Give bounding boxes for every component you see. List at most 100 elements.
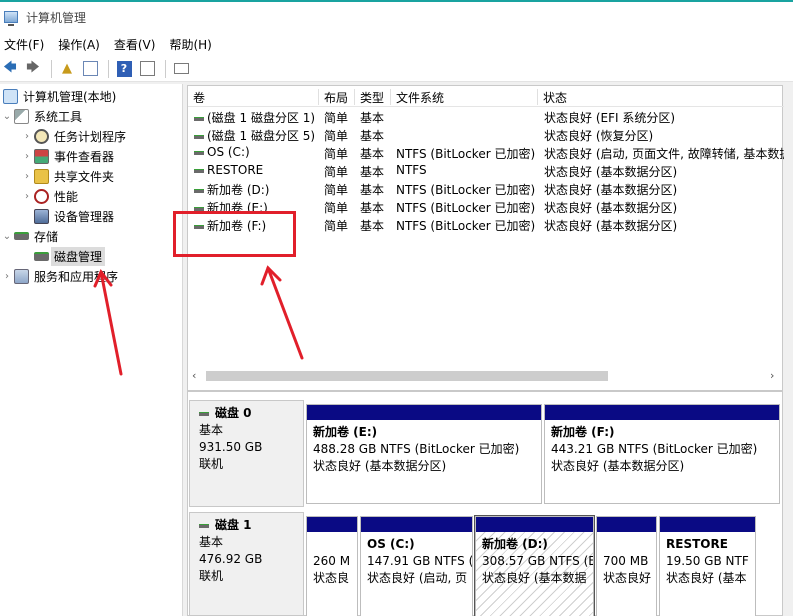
storage-icon [14,232,29,240]
volume-name: 新加卷 (D:) [194,181,319,198]
tree-item-storage[interactable]: ⌄ 存储 [0,226,58,246]
column-header-type[interactable]: 类型 [355,89,391,105]
tree-item-event-viewer[interactable]: › 事件查看器 [20,146,114,166]
volume-layout: 简单 [324,201,349,215]
scroll-left-icon[interactable]: ‹ [192,369,196,382]
up-folder-icon[interactable]: ▲ [57,59,77,79]
disk-management-icon [34,251,49,261]
table-row[interactable]: RESTORE 简单 基本 NTFS 状态良好 (基本数据分区) [188,162,784,180]
volume-layout: 简单 [324,183,349,197]
table-row[interactable]: (磁盘 1 磁盘分区 5) 简单 基本 状态良好 (恢复分区) [188,126,784,144]
partition-c[interactable]: OS (C:) 147.91 GB NTFS ( 状态良好 (启动, 页 [360,516,473,616]
partition-status: 状态良好 [603,571,652,585]
partition-d[interactable]: 新加卷 (D:) 308.57 GB NTFS (E 状态良好 (基本数据 [474,515,595,616]
volume-icon [194,206,204,211]
computer-icon [3,88,18,104]
volume-list-header: 卷 布局 类型 文件系统 状态 [188,86,784,107]
partition-detail: 488.28 GB NTFS (BitLocker 已加密) [313,442,520,456]
chevron-down-icon[interactable]: ⌄ [0,111,14,122]
performance-icon [34,188,49,204]
tree-item-performance[interactable]: › 性能 [20,186,78,206]
partition-status: 状态良 [313,571,350,585]
chevron-right-icon[interactable]: › [0,271,14,282]
tree-item-device-manager[interactable]: 设备管理器 [34,206,114,226]
console-icon[interactable] [171,59,191,79]
partition-detail: 308.57 GB NTFS (E [482,554,594,568]
volume-status: 状态良好 (恢复分区) [544,129,654,143]
partition-f[interactable]: 新加卷 (F:) 443.21 GB NTFS (BitLocker 已加密) … [544,404,780,504]
volume-filesystem: NTFS (BitLocker 已加密) [396,147,536,161]
menu-help[interactable]: 帮助(H) [165,36,217,53]
volume-status: 状态良好 (启动, 页面文件, 故障转储, 基本数据 [544,147,784,161]
partition-bar [597,517,656,532]
volume-type: 基本 [360,129,385,143]
volume-status: 状态良好 (基本数据分区) [544,219,678,233]
partition-status: 状态良好 (基本数据 [482,571,587,585]
chevron-right-icon[interactable]: › [20,191,34,202]
chevron-right-icon[interactable]: › [20,151,34,162]
back-arrow-icon[interactable]: 🡄 [0,59,20,79]
navigation-tree: 计算机管理(本地) ⌄ 系统工具 › 任务计划程序 › 事件查看器 › 共享文件… [0,84,183,616]
volume-icon [194,150,204,155]
volume-filesystem: NTFS (BitLocker 已加密) [396,219,536,233]
disk-0-info[interactable]: 磁盘 0 基本 931.50 GB 联机 [189,400,304,507]
horizontal-scrollbar[interactable]: ‹ › [188,368,782,385]
disk-type: 基本 [199,535,224,549]
partition-title: 新加卷 (E:) [313,425,378,439]
scroll-thumb[interactable] [206,371,608,381]
properties-icon[interactable] [137,59,157,79]
disk-size: 476.92 GB [199,552,263,566]
partition-bar [545,405,779,420]
chevron-right-icon[interactable]: › [20,131,34,142]
volume-layout: 简单 [324,165,349,179]
scroll-right-icon[interactable]: › [770,369,774,382]
table-row[interactable]: OS (C:) 简单 基本 NTFS (BitLocker 已加密) 状态良好 … [188,144,784,162]
volume-filesystem: NTFS [396,163,427,177]
chevron-right-icon[interactable]: › [20,171,34,182]
volume-type: 基本 [360,183,385,197]
highlight-box [173,211,296,257]
partition-detail: 19.50 GB NTF [666,554,749,568]
help-icon[interactable]: ? [114,59,134,79]
menu-file[interactable]: 文件(F) [0,36,50,53]
tree-item-system-tools[interactable]: ⌄ 系统工具 [0,106,82,126]
partition-bar [307,405,541,420]
table-row[interactable]: 新加卷 (D:) 简单 基本 NTFS (BitLocker 已加密) 状态良好… [188,180,784,198]
column-header-layout[interactable]: 布局 [319,89,355,105]
menu-view[interactable]: 查看(V) [110,36,162,53]
menu-bar: 文件(F) 操作(A) 查看(V) 帮助(H) [0,32,793,56]
volume-layout: 简单 [324,111,349,125]
table-row[interactable]: (磁盘 1 磁盘分区 1) 简单 基本 状态良好 (EFI 系统分区) [188,108,784,126]
computer-management-icon [4,11,18,26]
window-title: 计算机管理 [26,10,87,25]
volume-type: 基本 [360,201,385,215]
volume-type: 基本 [360,111,385,125]
device-manager-icon [34,208,49,224]
partition-bar [307,517,357,532]
partition-detail: 147.91 GB NTFS ( [367,554,473,568]
partition-restore[interactable]: RESTORE 19.50 GB NTF 状态良好 (基本 [659,516,756,616]
disk-name: 磁盘 1 [215,518,252,532]
disk-icon [199,411,209,416]
column-header-filesystem[interactable]: 文件系统 [391,89,538,105]
tree-item-services-apps[interactable]: › 服务和应用程序 [0,266,118,286]
menu-action[interactable]: 操作(A) [54,36,106,53]
volume-name: (磁盘 1 磁盘分区 1) [194,109,319,126]
column-header-volume[interactable]: 卷 [188,89,319,105]
volume-icon [194,168,204,173]
partition-efi[interactable]: 260 M 状态良 [306,516,358,616]
column-header-status[interactable]: 状态 [538,89,784,105]
tree-item-shared-folders[interactable]: › 共享文件夹 [20,166,114,186]
volume-status: 状态良好 (EFI 系统分区) [544,111,676,125]
chevron-down-icon[interactable]: ⌄ [0,231,14,242]
tree-item-root[interactable]: 计算机管理(本地) [0,86,116,106]
toolbar: 🡄 🡆 ▲ ? [0,56,793,82]
show-tree-icon[interactable] [80,59,100,79]
tree-item-task-scheduler[interactable]: › 任务计划程序 [20,126,126,146]
tree-item-disk-management[interactable]: 磁盘管理 [34,246,106,266]
disk-1-info[interactable]: 磁盘 1 基本 476.92 GB 联机 [189,512,304,616]
title-bar: 计算机管理 [0,0,793,32]
partition-recovery[interactable]: 700 MB 状态良好 [596,516,657,616]
partition-e[interactable]: 新加卷 (E:) 488.28 GB NTFS (BitLocker 已加密) … [306,404,542,504]
forward-arrow-icon[interactable]: 🡆 [23,59,43,79]
